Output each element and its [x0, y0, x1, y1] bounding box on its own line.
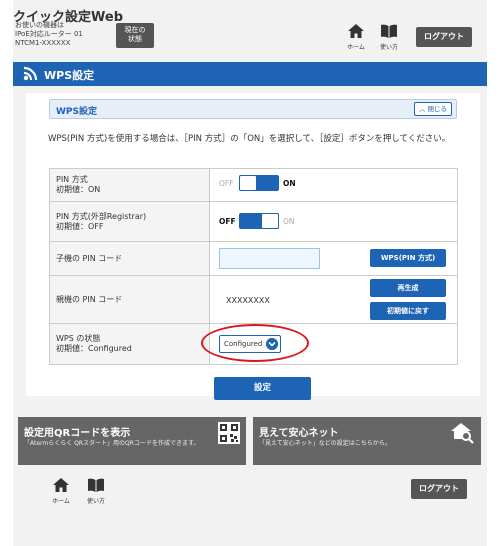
footer-help-label: 使い方: [86, 498, 105, 505]
row-parent-pin: 親機の PIN コード XXXXXXXX 再生成 初期値に戻す: [50, 276, 457, 324]
book-icon: [88, 478, 104, 492]
toggle-on-label: ON: [283, 178, 296, 188]
panel-header: WPS設定 ︿ 閉じる: [49, 99, 457, 119]
row-pin-method: PIN 方式 初期値：ON OFF ON: [50, 169, 457, 202]
safe-net-card[interactable]: 見えて安心ネット 「見えて安心ネット」などの設定はこちらから。: [253, 417, 481, 465]
section-title-bar: WPS設定: [13, 62, 487, 86]
qr-card-title: 設定用QRコードを表示: [24, 428, 131, 439]
help-link[interactable]: 使い方: [376, 24, 402, 51]
toggle-off-label: OFF: [219, 178, 234, 188]
logout-button[interactable]: ログアウト: [416, 27, 472, 47]
toggle-on-label: ON: [283, 216, 295, 226]
row-wps-status: WPS の状態 初期値：Configured Configured: [50, 324, 457, 364]
row-label: PIN 方式 初期値：ON: [50, 169, 210, 201]
home-link[interactable]: ホーム: [343, 24, 369, 51]
regenerate-button[interactable]: 再生成: [370, 279, 446, 297]
chevron-up-icon: ︿: [418, 105, 426, 113]
settings-table: PIN 方式 初期値：ON OFF ON PIN 方式(外部Registrar)…: [49, 168, 458, 365]
wps-status-label: WPS の状態: [56, 334, 101, 343]
row-child-pin: 子機の PIN コード WPS(PIN 方式): [50, 242, 457, 276]
footer: ホーム 使い方 ログアウト: [13, 471, 487, 516]
collapse-button[interactable]: ︿ 閉じる: [414, 102, 452, 116]
safe-net-card-subtitle: 「見えて安心ネット」などの設定はこちらから。: [259, 440, 391, 447]
pin-external-default: 初期値：OFF: [56, 221, 104, 231]
home-icon: [348, 24, 364, 38]
current-status-button[interactable]: 現在の 状態: [116, 23, 154, 48]
child-pin-label: 子機の PIN コード: [56, 253, 123, 263]
qr-code-icon: [218, 422, 240, 444]
collapse-label: 閉じる: [427, 105, 448, 113]
footer-home-label: ホーム: [52, 498, 70, 505]
wps-status-select[interactable]: Configured: [219, 335, 281, 353]
wps-status-default: 初期値：Configured: [56, 344, 132, 353]
wps-status-selected: Configured: [224, 340, 263, 348]
panel-title: WPS設定: [56, 107, 98, 117]
qr-card-subtitle: 「Atermらくらく QRスタート」用のQRコードを作成できます。: [24, 440, 200, 447]
chevron-down-icon: [266, 338, 278, 350]
child-pin-input[interactable]: [219, 248, 320, 269]
home-search-icon: [451, 423, 474, 444]
footer-home-link[interactable]: ホーム: [48, 478, 74, 505]
page: クイック設定Web お使いの機器は IPoE対応ルーター 01 NTCM1-XX…: [13, 0, 487, 546]
section-title: WPS設定: [44, 69, 95, 82]
pin-method-default: 初期値：ON: [56, 185, 101, 194]
help-label: 使い方: [379, 44, 398, 51]
row-label: WPS の状態 初期値：Configured: [50, 324, 210, 364]
panel-description: WPS(PIN 方式)を使用する場合は、［PIN 方式］の「ON」を選択して、［…: [48, 134, 451, 144]
pin-method-label: PIN 方式: [56, 175, 88, 184]
parent-pin-value: XXXXXXXX: [226, 296, 270, 305]
safe-net-card-title: 見えて安心ネット: [259, 428, 339, 439]
row-label: PIN 方式(外部Registrar) 初期値：OFF: [50, 202, 210, 241]
reset-default-button[interactable]: 初期値に戻す: [370, 302, 446, 320]
row-label: 子機の PIN コード: [50, 242, 210, 275]
footer-help-link[interactable]: 使い方: [83, 478, 109, 505]
apply-button[interactable]: 設定: [214, 377, 311, 400]
settings-panel: WPS設定 ︿ 閉じる WPS(PIN 方式)を使用する場合は、［PIN 方式］…: [26, 93, 480, 400]
toggle-track: [239, 175, 279, 191]
row-pin-external: PIN 方式(外部Registrar) 初期値：OFF OFF ON: [50, 202, 457, 242]
wifi-icon: [23, 66, 38, 81]
home-label: ホーム: [347, 44, 365, 51]
device-info: お使いの機器は IPoE対応ルーター 01 NTCM1-XXXXXX: [15, 21, 83, 47]
book-icon: [381, 24, 397, 38]
footer-logout-button[interactable]: ログアウト: [411, 479, 467, 499]
header: クイック設定Web お使いの機器は IPoE対応ルーター 01 NTCM1-XX…: [13, 0, 487, 55]
pin-method-toggle[interactable]: OFF ON: [219, 175, 296, 191]
pin-external-label: PIN 方式(外部Registrar): [56, 211, 147, 221]
wps-pin-button[interactable]: WPS(PIN 方式): [370, 249, 446, 267]
parent-pin-label: 親機の PIN コード: [56, 294, 123, 304]
home-icon: [53, 478, 69, 492]
row-label: 親機の PIN コード: [50, 276, 210, 323]
pin-external-toggle[interactable]: OFF ON: [219, 213, 295, 229]
qr-code-card[interactable]: 設定用QRコードを表示 「Atermらくらく QRスタート」用のQRコードを作成…: [18, 417, 246, 465]
toggle-off-label: OFF: [219, 216, 236, 226]
toggle-track: [239, 213, 279, 229]
